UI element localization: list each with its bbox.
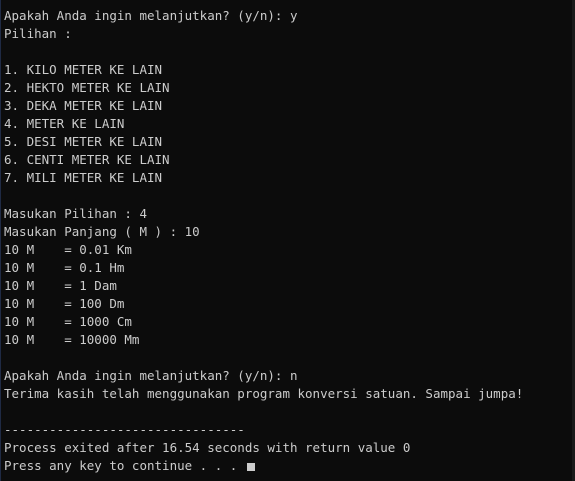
console-line: Press any key to continue . . . <box>4 458 245 473</box>
console-line: 3. DEKA METER KE LAIN <box>4 98 163 113</box>
console-line: 4. METER KE LAIN <box>4 116 125 131</box>
console-line: 1. KILO METER KE LAIN <box>4 62 163 77</box>
console-line: Apakah Anda ingin melanjutkan? (y/n): y <box>4 8 298 23</box>
console-line: Process exited after 16.54 seconds with … <box>4 440 411 455</box>
console-line: Masukan Pilihan : 4 <box>4 206 147 221</box>
console-line: 10 M = 1000 Cm <box>4 314 132 329</box>
window-edge <box>0 0 1 481</box>
console-line: 2. HEKTO METER KE LAIN <box>4 80 170 95</box>
console-prompt-line: Press any key to continue . . . <box>4 457 575 475</box>
console-line: 10 M = 10000 Mm <box>4 332 140 347</box>
console-line: 10 M = 0.01 Km <box>4 242 132 257</box>
console-line: 7. MILI METER KE LAIN <box>4 170 163 185</box>
console-line: 5. DESI METER KE LAIN <box>4 134 163 149</box>
console-line: 10 M = 0.1 Hm <box>4 260 125 275</box>
console-line: 6. CENTI METER KE LAIN <box>4 152 170 167</box>
console-line: 10 M = 1 Dam <box>4 278 117 293</box>
console-line: 10 M = 100 Dm <box>4 296 125 311</box>
console-line: Apakah Anda ingin melanjutkan? (y/n): n <box>4 368 298 383</box>
cursor-block <box>246 463 255 471</box>
console-line: Terima kasih telah menggunakan program k… <box>4 386 524 401</box>
console-window[interactable]: Apakah Anda ingin melanjutkan? (y/n): y … <box>0 0 575 481</box>
console-line: -------------------------------- <box>4 422 245 437</box>
console-line: Pilihan : <box>4 26 72 41</box>
console-line: Masukan Panjang ( M ) : 10 <box>4 224 200 239</box>
